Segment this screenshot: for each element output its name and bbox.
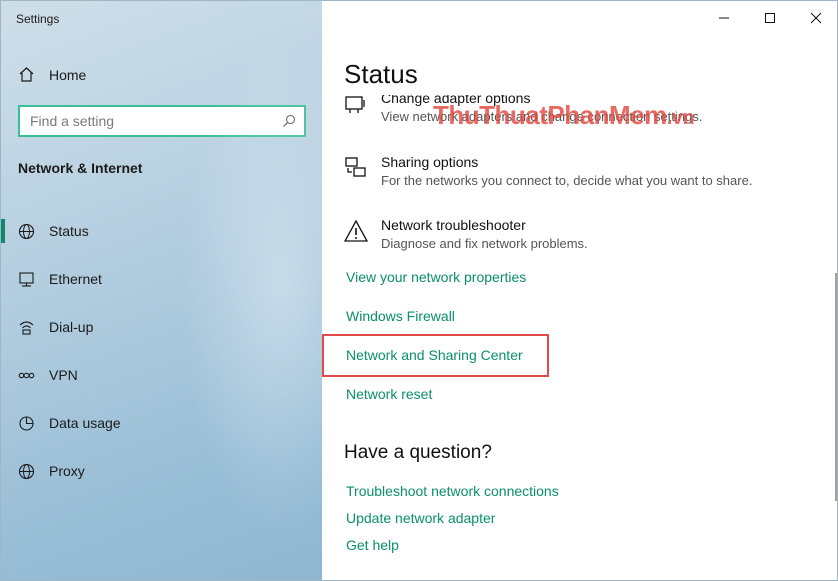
watermark: ThuThuatPhanMem.vn <box>433 100 695 131</box>
sidebar-item-data-usage[interactable]: Data usage <box>1 399 322 447</box>
close-icon <box>810 12 822 24</box>
get-help-link[interactable]: Get help <box>346 537 399 553</box>
minimize-button[interactable] <box>701 1 747 35</box>
option-description: Diagnose and fix network problems. <box>381 236 588 251</box>
minimize-icon <box>719 17 729 19</box>
sidebar: Settings Home Network & Internet <box>1 1 381 580</box>
sidebar-item-ethernet[interactable]: Ethernet <box>1 255 322 303</box>
windows-firewall-link[interactable]: Windows Firewall <box>346 308 455 324</box>
home-nav[interactable]: Home <box>18 66 86 83</box>
troubleshoot-connections-link[interactable]: Troubleshoot network connections <box>346 483 559 499</box>
vpn-icon <box>18 372 35 378</box>
option-title: Network troubleshooter <box>381 217 526 233</box>
section-title: Network & Internet <box>18 160 143 176</box>
ethernet-icon <box>19 271 34 287</box>
sidebar-item-label: VPN <box>49 367 78 383</box>
home-icon <box>19 67 34 82</box>
view-network-properties-link[interactable]: View your network properties <box>346 269 526 285</box>
option-description: For the networks you connect to, decide … <box>381 173 753 188</box>
network-troubleshooter[interactable]: Network troubleshooter Diagnose and fix … <box>344 217 588 251</box>
sidebar-item-label: Proxy <box>49 463 85 479</box>
option-title: Sharing options <box>381 154 479 170</box>
sidebar-nav: Status Ethernet Dial-up VPN Data usage P… <box>1 207 322 495</box>
adapter-icon <box>345 96 365 113</box>
watermark-part: PhanMem <box>547 100 667 130</box>
sharing-options[interactable]: Sharing options For the networks you con… <box>344 154 752 188</box>
network-sharing-center-link[interactable]: Network and Sharing Center <box>346 347 523 363</box>
watermark-part: .vn <box>666 107 695 129</box>
search-input[interactable] <box>20 107 270 135</box>
watermark-part: Thu <box>433 100 480 130</box>
sidebar-item-label: Data usage <box>49 415 121 431</box>
main-panel: Status Change adapter options View netwo… <box>322 1 837 580</box>
window-controls <box>701 1 837 35</box>
search-icon[interactable] <box>282 114 296 128</box>
sidebar-item-label: Ethernet <box>49 271 102 287</box>
app-title: Settings <box>16 12 60 26</box>
warning-icon <box>344 219 368 242</box>
question-heading: Have a question? <box>344 442 492 463</box>
search-box <box>18 105 306 137</box>
home-label: Home <box>49 66 87 83</box>
dial-up-icon <box>19 320 34 335</box>
sidebar-item-proxy[interactable]: Proxy <box>1 447 322 495</box>
sidebar-item-status[interactable]: Status <box>1 207 322 255</box>
sidebar-item-vpn[interactable]: VPN <box>1 351 322 399</box>
globe-icon <box>18 223 35 239</box>
sidebar-item-label: Dial-up <box>49 319 94 335</box>
network-reset-link[interactable]: Network reset <box>346 386 432 402</box>
close-button[interactable] <box>793 1 837 35</box>
scrollbar[interactable] <box>835 273 837 501</box>
maximize-button[interactable] <box>747 1 793 35</box>
settings-window: Settings Home Network & Internet <box>0 0 838 581</box>
sidebar-item-dial-up[interactable]: Dial-up <box>1 303 322 351</box>
sidebar-item-label: Status <box>49 223 89 239</box>
maximize-icon <box>765 13 775 23</box>
page-title: Status <box>344 59 418 89</box>
globe-icon <box>18 463 35 479</box>
watermark-part: Thuat <box>479 100 548 130</box>
data-usage-icon <box>19 415 34 431</box>
sharing-icon <box>345 157 366 177</box>
update-adapter-link[interactable]: Update network adapter <box>346 510 495 526</box>
